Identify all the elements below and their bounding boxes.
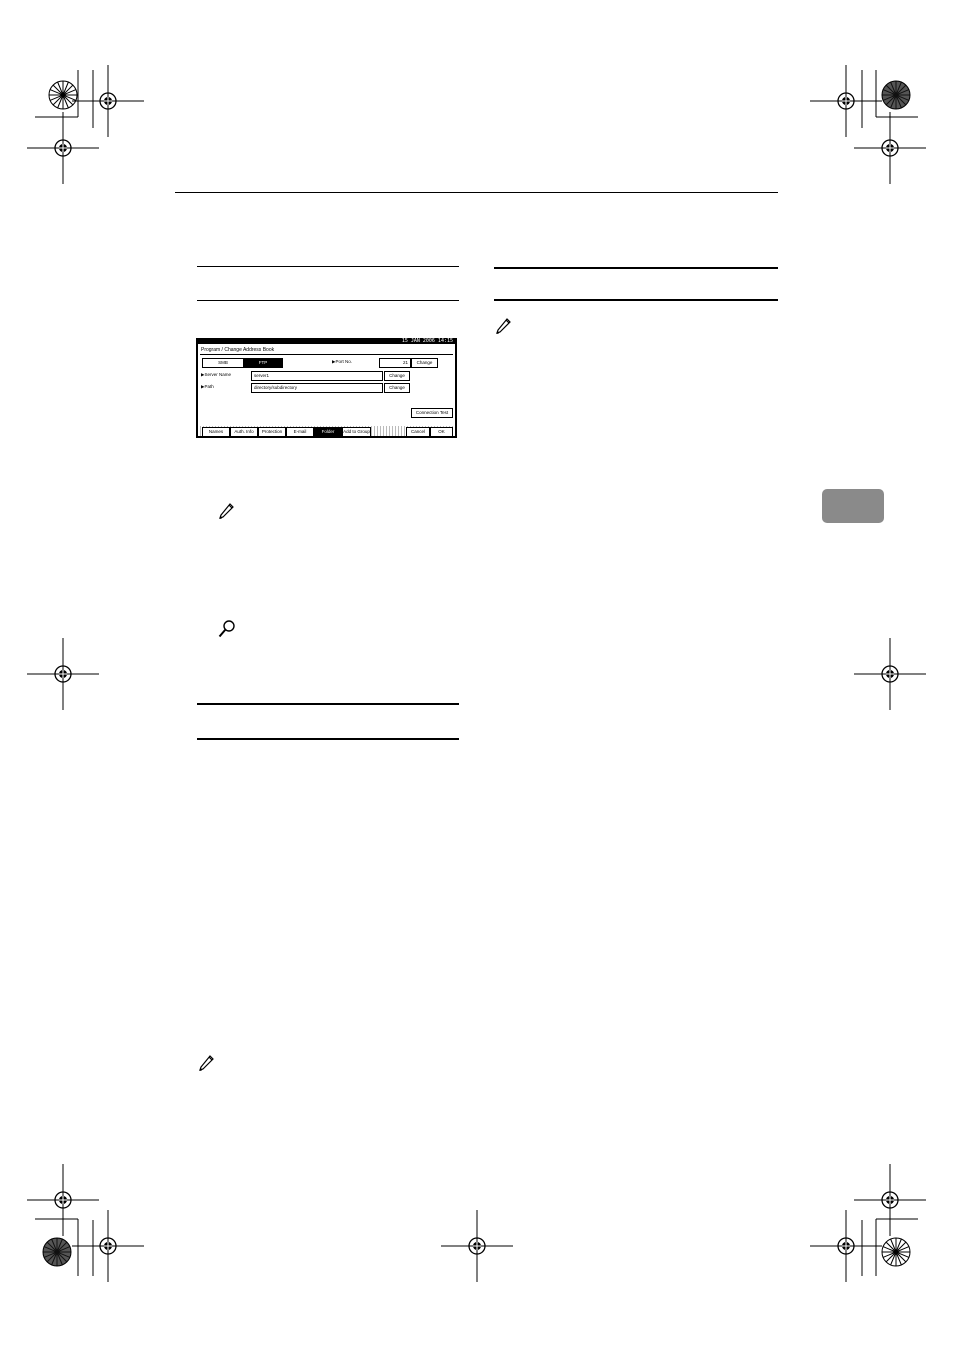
printers-marks xyxy=(26,64,927,1283)
